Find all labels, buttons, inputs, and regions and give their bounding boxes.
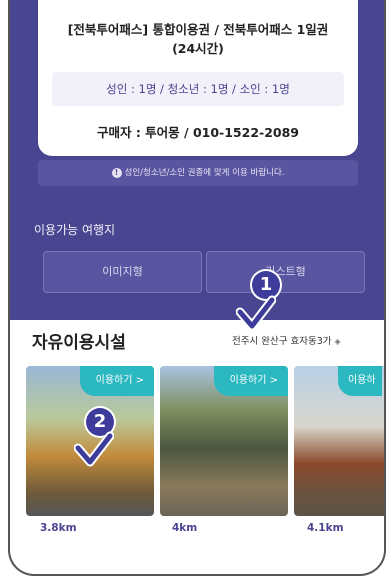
ticket-section: [전북투어패스] 통합이용권 / 전북투어패스 1일권 (24시간) 성인 : …: [10, 0, 384, 320]
buyer-info: 구매자 : 투어몽 / 010-1522-2089: [96, 125, 300, 140]
image-view-button[interactable]: 이미지형: [43, 251, 202, 293]
location-text[interactable]: 전주시 완산구 효자동3가 ◈: [232, 333, 341, 347]
facilities-title: 자유이용시설: [32, 333, 126, 353]
facility-distance: 4.1km: [307, 522, 344, 534]
list-view-button[interactable]: 리스트형: [206, 251, 365, 293]
destinations-label: 이용가능 여행지: [34, 223, 116, 237]
ticket-counts: 성인 : 1명 / 청소년 : 1명 / 소인 : 1명: [52, 72, 344, 106]
use-button[interactable]: 이용하기 >: [213, 366, 288, 396]
notice-text: 성인/청소년/소인 권종에 맞게 이용 바랍니다.: [124, 168, 285, 178]
location-target-icon[interactable]: ◈: [335, 337, 341, 346]
ticket-title-line1: [전북투어패스] 통합이용권 / 전북투어패스 1일권: [67, 22, 329, 37]
ticket-card: [전북투어패스] 통합이용권 / 전북투어패스 1일권 (24시간) 성인 : …: [38, 0, 358, 156]
facility-distance: 3.8km: [40, 522, 77, 534]
facility-card[interactable]: 이용하: [294, 366, 384, 516]
notice-bar: ! 성인/청소년/소인 권종에 맞게 이용 바랍니다.: [38, 160, 358, 186]
facility-card[interactable]: 이용하기 >: [160, 366, 288, 516]
facility-distance: 4km: [172, 522, 198, 534]
location-label: 전주시 완산구 효자동3가: [232, 336, 332, 347]
use-button[interactable]: 이용하: [338, 366, 382, 396]
ticket-title-line2: (24시간): [172, 41, 224, 56]
phone-frame: [전북투어패스] 통합이용권 / 전북투어패스 1일권 (24시간) 성인 : …: [8, 0, 386, 576]
checkmark-icon: [236, 295, 276, 331]
use-button[interactable]: 이용하기 >: [79, 366, 154, 396]
info-icon: !: [111, 167, 122, 178]
ticket-title: [전북투어패스] 통합이용권 / 전북투어패스 1일권 (24시간): [38, 20, 358, 58]
checkmark-icon: [74, 431, 114, 467]
